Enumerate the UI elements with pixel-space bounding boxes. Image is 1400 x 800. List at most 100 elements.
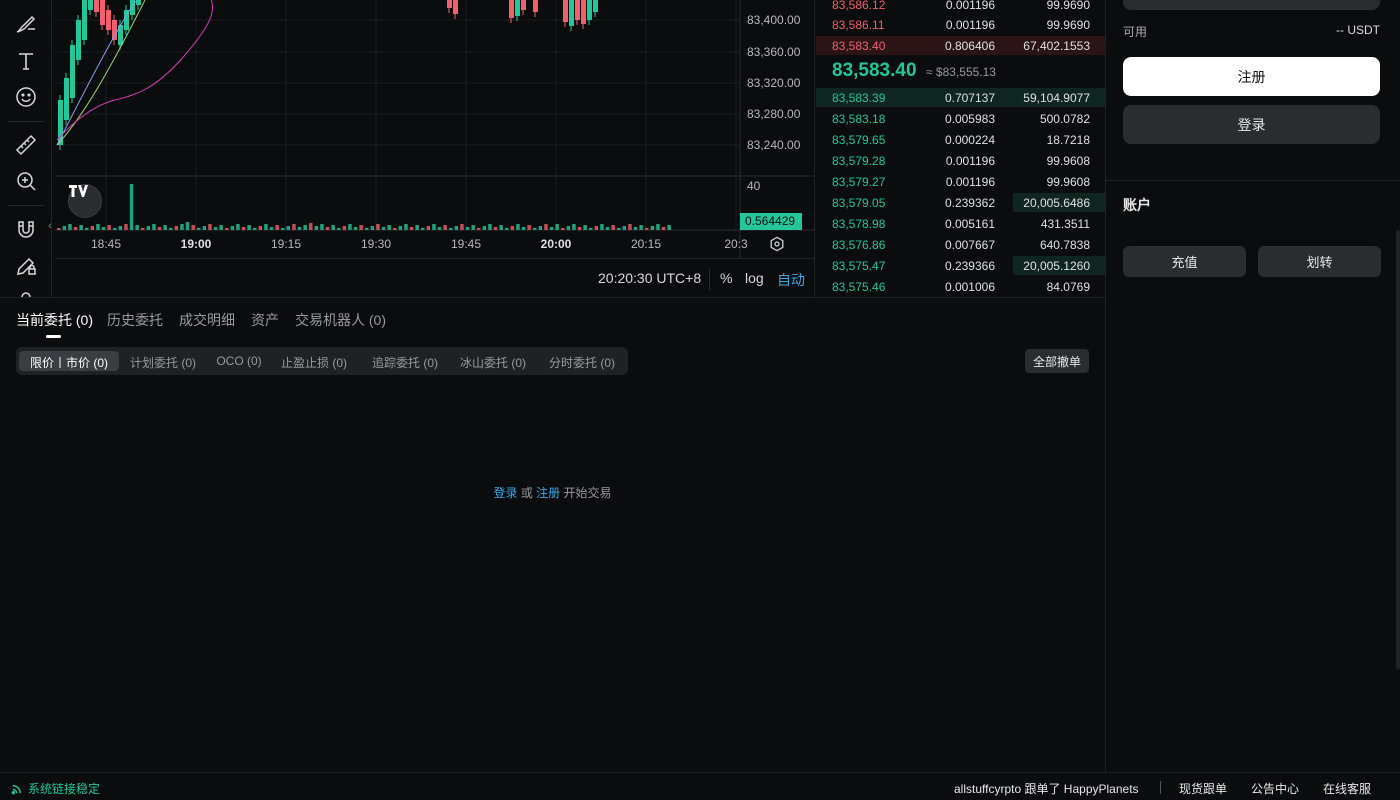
auto-scale-toggle[interactable]: 自动 xyxy=(777,270,805,290)
volume-bar xyxy=(566,226,571,230)
volume-bar xyxy=(650,226,655,230)
subtab-oco[interactable]: OCO (0) xyxy=(210,351,268,371)
brush-icon[interactable] xyxy=(12,10,40,38)
transfer-button[interactable]: 划转 xyxy=(1258,246,1381,277)
text-tool-icon[interactable] xyxy=(12,47,40,75)
ask-price: 83,586.12 xyxy=(832,0,886,12)
candle xyxy=(509,0,514,18)
volume-bar xyxy=(124,224,128,230)
ask-amount: 0.806406 xyxy=(944,39,995,53)
volume-bar xyxy=(381,227,386,230)
amount-input[interactable] xyxy=(1123,0,1380,10)
volume-bar xyxy=(247,225,251,230)
ask-total: 67,402.1553 xyxy=(1023,39,1090,53)
cancel-all-button[interactable]: 全部撤单 xyxy=(1025,349,1089,373)
tab-assets[interactable]: 资产 xyxy=(251,310,279,330)
bid-row[interactable]: 83,579.27 0.001196 99.9608 xyxy=(816,171,1105,192)
candle xyxy=(130,0,135,15)
bid-row[interactable]: 83,575.46 0.001006 84.0769 xyxy=(816,276,1105,297)
empty-register-link[interactable]: 注册 xyxy=(536,486,560,500)
deposit-button[interactable]: 充值 xyxy=(1123,246,1246,277)
login-button[interactable]: 登录 xyxy=(1123,105,1380,144)
volume-bar xyxy=(432,224,436,230)
volume-bar xyxy=(538,226,543,230)
zoom-in-icon[interactable] xyxy=(12,167,40,195)
volume-bar xyxy=(398,226,403,230)
lock-icon[interactable] xyxy=(12,288,40,297)
online-support-link[interactable]: 在线客服 xyxy=(1323,780,1371,797)
ruler-icon[interactable] xyxy=(12,131,40,159)
candle xyxy=(563,0,568,22)
volume-bar xyxy=(516,224,520,230)
volume-bar xyxy=(443,225,447,230)
volume-bar xyxy=(449,228,453,230)
volume-bar xyxy=(157,227,162,230)
volume-bar xyxy=(180,224,184,230)
volume-bar xyxy=(376,224,380,230)
ask-row[interactable]: 83,586.12 0.001196 99.9690 xyxy=(816,0,1105,15)
bid-total: 431.3511 xyxy=(1040,217,1090,231)
candlestick-chart[interactable]: 83,400.00 83,360.00 83,320.00 83,280.00 83,2… xyxy=(55,0,815,258)
price-chart[interactable]: 83,400.00 83,360.00 83,320.00 83,280.00 83,2… xyxy=(55,0,815,297)
candle xyxy=(447,0,452,8)
ask-price: 83,583.40 xyxy=(832,39,886,53)
volume-bar xyxy=(437,227,442,230)
bid-row[interactable]: 83,579.05 0.239362 20,005.6486 xyxy=(816,192,1105,213)
volume-bar xyxy=(572,224,576,230)
panel-scrollbar[interactable] xyxy=(1396,230,1400,670)
bid-amount: 0.005161 xyxy=(944,217,995,231)
candle xyxy=(112,20,117,40)
toolbar-divider xyxy=(8,205,44,206)
bid-row[interactable]: 83,583.18 0.005983 500.0782 xyxy=(816,108,1105,129)
time-tick-label: 20:00 xyxy=(541,237,572,251)
bid-row[interactable]: 83,583.39 0.707137 59,104.9077 xyxy=(816,87,1105,108)
subtab-limit-market[interactable]: 限价丨市价 (0) xyxy=(19,351,119,371)
subtab-iceberg[interactable]: 冰山委托 (0) xyxy=(454,351,532,371)
volume-bar xyxy=(286,226,291,230)
price-tick-label: 83,320.00 xyxy=(747,76,801,90)
bid-row[interactable]: 83,579.65 0.000224 18.7218 xyxy=(816,129,1105,150)
candle xyxy=(88,0,93,10)
candle xyxy=(587,0,592,20)
tab-order-history[interactable]: 历史委托 xyxy=(107,310,163,330)
bid-row[interactable]: 83,575.47 0.239366 20,005.1260 xyxy=(816,255,1105,276)
emoji-icon[interactable] xyxy=(12,83,40,111)
bid-price: 83,575.46 xyxy=(832,280,886,294)
ask-row[interactable]: 83,583.40 0.806406 67,402.1553 xyxy=(816,35,1105,56)
empty-login-link[interactable]: 登录 xyxy=(493,486,517,500)
bid-row[interactable]: 83,576.86 0.007667 640.7838 xyxy=(816,234,1105,255)
status-bar: 系统链接稳定 allstuffcyrpto 跟单了 HappyPlanets 现… xyxy=(0,772,1400,800)
bid-row[interactable]: 83,578.98 0.005161 431.3511 xyxy=(816,213,1105,234)
candle xyxy=(94,0,99,12)
spot-copy-trading-link[interactable]: 现货跟单 xyxy=(1179,780,1227,797)
ask-amount: 0.001196 xyxy=(945,18,995,32)
tab-trade-history[interactable]: 成交明细 xyxy=(179,310,235,330)
bid-row[interactable]: 83,579.28 0.001196 99.9608 xyxy=(816,150,1105,171)
candle xyxy=(70,45,75,98)
announcements-link[interactable]: 公告中心 xyxy=(1251,780,1299,797)
volume-bar xyxy=(241,227,246,230)
subtab-trailing[interactable]: 追踪委托 (0) xyxy=(366,351,444,371)
bid-price: 83,579.65 xyxy=(832,133,886,147)
magnet-icon[interactable] xyxy=(12,216,40,244)
register-button[interactable]: 注册 xyxy=(1123,57,1380,96)
tab-trading-bots[interactable]: 交易机器人 (0) xyxy=(295,310,386,330)
ask-row[interactable]: 83,586.11 0.001196 99.9690 xyxy=(816,14,1105,35)
collapse-toolbar-button[interactable]: ‹ xyxy=(45,214,55,238)
log-scale-toggle[interactable]: log xyxy=(745,270,764,286)
orders-section: 当前委托 (0) 历史委托 成交明细 资产 交易机器人 (0) 限价丨市价 (0… xyxy=(0,297,1105,772)
candle xyxy=(515,0,520,16)
subtab-twap[interactable]: 分时委托 (0) xyxy=(542,351,622,371)
active-tab-indicator xyxy=(46,335,61,338)
volume-bar xyxy=(348,224,352,230)
volume-bar xyxy=(303,225,307,230)
subtab-tp-sl[interactable]: 止盈止损 (0) xyxy=(278,351,350,371)
tab-open-orders[interactable]: 当前委托 (0) xyxy=(16,310,93,330)
volume-bar xyxy=(510,226,515,230)
volume-bar xyxy=(656,224,660,230)
tradingview-logo xyxy=(68,184,102,218)
pencil-lock-icon[interactable] xyxy=(12,252,40,280)
percent-scale-toggle[interactable]: % xyxy=(720,270,732,286)
copy-trade-ticker[interactable]: allstuffcyrpto 跟单了 HappyPlanets xyxy=(954,780,1139,797)
subtab-trigger[interactable]: 计划委托 (0) xyxy=(124,351,202,371)
